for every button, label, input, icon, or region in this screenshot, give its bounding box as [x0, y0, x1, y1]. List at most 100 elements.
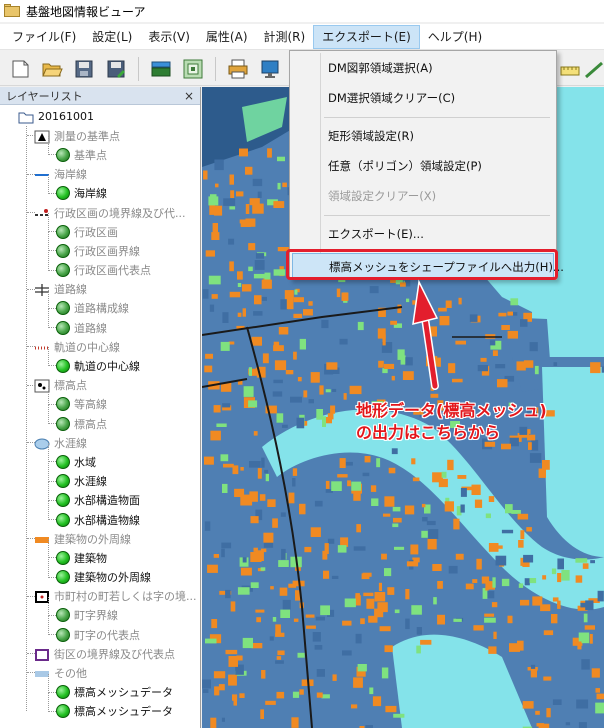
layer-visible-toggle-icon[interactable] — [56, 243, 70, 258]
layer-visible-toggle-icon[interactable] — [56, 493, 70, 508]
layer-button[interactable] — [147, 56, 175, 82]
layer-visible-toggle-icon[interactable] — [56, 263, 70, 278]
layer-item[interactable]: 水涯線 — [0, 462, 200, 491]
layer-visible-toggle-icon[interactable] — [56, 416, 70, 431]
display-button[interactable] — [256, 56, 284, 82]
frame-button[interactable] — [179, 56, 207, 82]
export-menu-item[interactable]: 矩形領域設定(R) — [292, 123, 554, 149]
building-block — [361, 573, 370, 580]
building-block — [520, 530, 525, 540]
building-block — [232, 465, 239, 475]
tree-root[interactable]: 20161001 — [0, 107, 200, 126]
layer-item[interactable]: 水部構造物面 — [0, 481, 200, 510]
layer-visible-toggle-icon[interactable] — [56, 550, 70, 565]
layer-item[interactable]: 標高メッシュデータ — [0, 692, 200, 721]
export-menu-item[interactable]: エクスポート(E)... — [292, 221, 554, 247]
menu-view[interactable]: 表示(V) — [140, 25, 198, 49]
measure-tool-icon[interactable] — [584, 59, 604, 79]
menu-attributes[interactable]: 属性(A) — [198, 25, 256, 49]
layer-visible-toggle-icon[interactable] — [56, 704, 70, 719]
open-button[interactable] — [38, 56, 66, 82]
layer-item[interactable]: 行政区画界線 — [0, 232, 200, 260]
save-as-button[interactable] — [102, 56, 130, 82]
export-menu-item[interactable]: 任意（ポリゴン）領域設定(P) — [292, 153, 554, 179]
print-button[interactable] — [224, 56, 252, 82]
layer-item[interactable]: 建築物 — [0, 539, 200, 567]
layer-item[interactable]: 標高メッシュデータ — [0, 673, 200, 702]
layer-visible-toggle-icon[interactable] — [56, 685, 70, 700]
building-block — [293, 618, 299, 622]
layer-group[interactable]: 市町村の町若しくは字の境... — [0, 587, 200, 606]
layer-visible-toggle-icon[interactable] — [56, 224, 70, 239]
layer-group[interactable]: 標高点 — [0, 376, 200, 395]
layer-item[interactable]: 等高線 — [0, 385, 200, 414]
menu-file[interactable]: ファイル(F) — [4, 25, 84, 49]
layer-group[interactable]: 行政区画の境界線及び代... — [0, 203, 200, 222]
layer-item-label: 標高メッシュデータ — [74, 686, 173, 700]
layer-item[interactable]: 標高点 — [0, 405, 200, 433]
layer-group[interactable]: 建築物の外周線 — [0, 529, 200, 548]
layer-group[interactable]: 道路線 — [0, 280, 200, 299]
layer-visible-toggle-icon[interactable] — [56, 301, 70, 316]
save-button[interactable] — [70, 56, 98, 82]
layer-item[interactable]: 軌道の中心線 — [0, 347, 200, 375]
layer-visible-toggle-icon[interactable] — [56, 320, 70, 335]
menu-help[interactable]: ヘルプ(H) — [420, 25, 490, 49]
building-block — [250, 516, 259, 524]
building-block — [253, 547, 258, 552]
layer-item[interactable]: 道路構成線 — [0, 289, 200, 318]
layer-visible-toggle-icon[interactable] — [56, 147, 70, 162]
layer-item[interactable]: 基準点 — [0, 136, 200, 164]
building-block — [225, 649, 238, 655]
new-file-button[interactable] — [6, 56, 34, 82]
building-block — [229, 206, 236, 210]
layer-item[interactable]: 行政区画 — [0, 213, 200, 241]
layer-group[interactable]: 測量の基準点 — [0, 126, 200, 145]
layer-item[interactable]: 水部構造物線 — [0, 500, 200, 529]
layer-group[interactable]: 海岸線 — [0, 165, 200, 184]
layer-item[interactable]: 町字界線 — [0, 596, 200, 625]
panel-close-icon[interactable]: × — [184, 90, 194, 102]
layer-visible-toggle-icon[interactable] — [56, 359, 70, 374]
layer-visible-toggle-icon[interactable] — [56, 397, 70, 412]
layer-visible-toggle-icon[interactable] — [56, 608, 70, 623]
building-block — [404, 505, 415, 515]
building-block — [518, 540, 524, 548]
tree-branch-line — [48, 518, 56, 520]
menu-settings[interactable]: 設定(L) — [84, 25, 140, 49]
layer-visible-toggle-icon[interactable] — [56, 512, 70, 527]
export-menu-item[interactable]: DM図郭領域選択(A) — [292, 55, 554, 81]
building-block — [349, 385, 362, 395]
layer-group[interactable]: 軌道の中心線 — [0, 337, 200, 356]
layer-item[interactable]: 建築物の外周線 — [0, 558, 200, 587]
building-block — [261, 296, 267, 301]
layer-group[interactable]: 街区の境界線及び代表点 — [0, 644, 200, 663]
menu-measure[interactable]: 計測(R) — [256, 25, 314, 49]
building-block — [252, 203, 264, 214]
building-block — [254, 295, 262, 305]
layer-group[interactable]: その他 — [0, 663, 200, 682]
toolbar-separator — [138, 56, 139, 81]
layer-visible-toggle-icon[interactable] — [56, 570, 70, 585]
export-menu-item[interactable]: DM選択領域クリアー(C) — [292, 85, 554, 111]
layer-item[interactable]: 道路線 — [0, 309, 200, 337]
layer-visible-toggle-icon[interactable] — [56, 627, 70, 642]
building-block — [353, 677, 363, 688]
layer-item[interactable]: 行政区画代表点 — [0, 251, 200, 280]
export-menu-item[interactable]: 領域設定クリアー(X) — [292, 183, 554, 209]
building-block — [406, 561, 419, 567]
layer-item[interactable]: 海岸線 — [0, 174, 200, 203]
menu-export[interactable]: エクスポート(E) — [313, 24, 420, 49]
layer-visible-toggle-icon[interactable] — [56, 474, 70, 489]
layer-item[interactable]: 水域 — [0, 443, 200, 471]
layer-visible-toggle-icon[interactable] — [56, 186, 70, 201]
layer-group[interactable]: 水涯線 — [0, 433, 200, 452]
layer-item-label: 道路線 — [74, 321, 107, 335]
layer-item[interactable]: 町字の代表点 — [0, 616, 200, 644]
building-block — [353, 546, 366, 551]
red-arrow-icon — [412, 279, 439, 390]
tree-branch-line — [48, 403, 56, 405]
building-block — [248, 266, 253, 272]
ruler-icon[interactable] — [560, 59, 580, 79]
layer-visible-toggle-icon[interactable] — [56, 454, 70, 469]
